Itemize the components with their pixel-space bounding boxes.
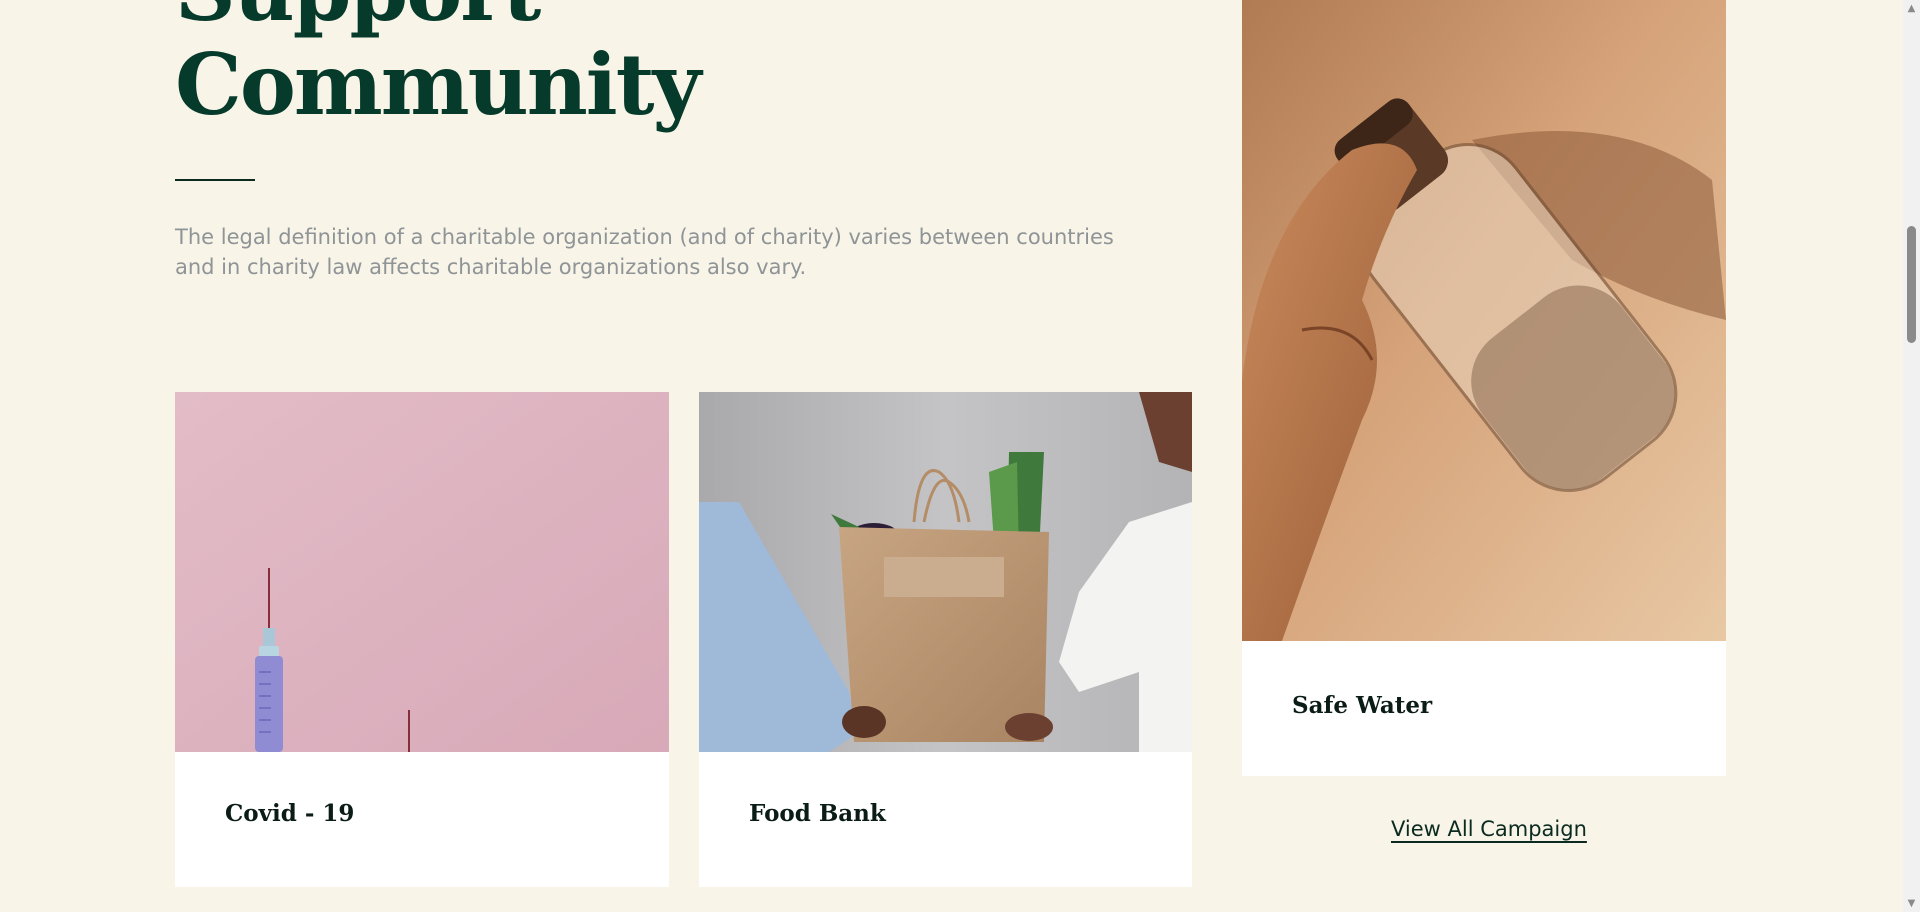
water-bottle-photo <box>1242 0 1726 641</box>
campaign-title[interactable]: Safe Water <box>1292 692 1432 719</box>
section-heading-wrapper: Support Community <box>175 0 975 140</box>
view-all-campaign-link[interactable]: View All Campaign <box>1391 817 1587 841</box>
syringe-photo <box>175 392 669 752</box>
campaign-section: Support Community The legal definition o… <box>0 0 1920 912</box>
campaign-card-covid[interactable]: Covid - 19 <box>175 392 669 887</box>
campaign-title[interactable]: Covid - 19 <box>225 800 354 827</box>
campaign-card-food-bank[interactable]: Food Bank <box>699 392 1192 887</box>
page-scrollbar[interactable]: ▲ ▼ <box>1903 0 1920 912</box>
scroll-down-arrow-icon[interactable]: ▼ <box>1903 895 1920 912</box>
section-intro: The legal definition of a charitable org… <box>175 225 1114 279</box>
grocery-bag-photo <box>699 392 1192 752</box>
section-heading-line-1: Support <box>175 0 699 38</box>
scrollbar-thumb[interactable] <box>1907 226 1916 343</box>
heading-divider <box>175 179 255 181</box>
campaign-card-safe-water[interactable]: Safe Water <box>1242 0 1726 776</box>
campaign-title[interactable]: Food Bank <box>749 800 886 827</box>
section-heading: Support Community <box>175 0 701 134</box>
scroll-up-arrow-icon[interactable]: ▲ <box>1903 0 1920 17</box>
section-heading-line-2: Community <box>175 35 701 134</box>
